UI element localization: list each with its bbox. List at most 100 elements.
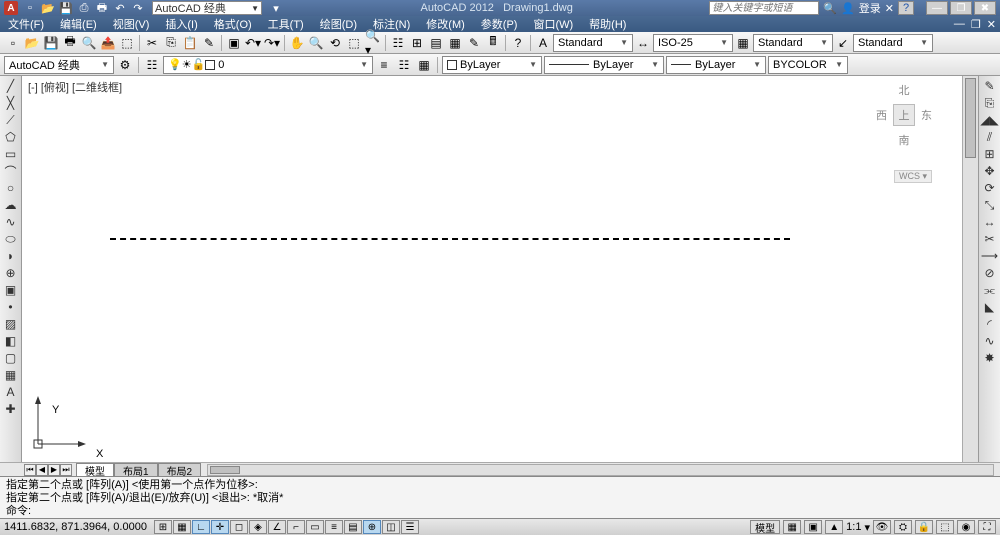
drawn-line[interactable] [110,238,790,240]
pan-button[interactable]: ✋ [288,34,306,52]
paste-button[interactable]: 📋 [181,34,199,52]
layer-iso-icon[interactable]: ▦ [415,56,433,74]
layer-previous-icon[interactable]: ≡ [375,56,393,74]
scale-tool[interactable]: ⤡ [981,197,999,213]
rectangle-tool[interactable]: ▭ [2,146,20,162]
quickview-drawings-icon[interactable]: ▣ [804,520,822,534]
help-icon[interactable]: ? [898,1,914,15]
menu-draw[interactable]: 绘图(D) [316,16,361,32]
annoscale-icon[interactable]: ▲ [825,520,843,534]
menu-help[interactable]: 帮助(H) [585,16,630,32]
login-link[interactable]: 登录 [859,0,881,16]
annovis-icon[interactable]: 👁 [873,520,891,534]
search-input[interactable] [709,1,819,15]
doc-restore-icon[interactable]: ❐ [971,18,981,31]
menu-view[interactable]: 视图(V) [109,16,154,32]
3dosnap-toggle[interactable]: ◈ [249,520,267,534]
otrack-toggle[interactable]: ∠ [268,520,286,534]
addselected-tool[interactable]: ✚ [2,401,20,417]
match-button[interactable]: ✎ [200,34,218,52]
lineweight-dropdown[interactable]: ByLayer▼ [666,56,766,74]
scale-label[interactable]: 1:1 [846,521,861,533]
viewport-label[interactable]: [-] [俯视] [二维线框] [28,79,122,95]
linetype-dropdown[interactable]: ByLayer▼ [544,56,664,74]
toolpal-button[interactable]: ▤ [427,34,445,52]
ellipsearc-tool[interactable]: ◗ [2,248,20,264]
textstyle-icon[interactable]: A [534,34,552,52]
color-dropdown[interactable]: ByLayer▼ [442,56,542,74]
xline-tool[interactable]: ╳ [2,95,20,111]
tablestyle-dropdown[interactable]: Standard▼ [753,34,833,52]
sheetset-button[interactable]: ▦ [446,34,464,52]
command-prompt[interactable]: 命令: [6,505,994,518]
zoom-rt-button[interactable]: 🔍 [307,34,325,52]
properties-button[interactable]: ☷ [389,34,407,52]
dc-button[interactable]: ⊞ [408,34,426,52]
osnap-toggle[interactable]: ◻ [230,520,248,534]
isolate-icon[interactable]: ◉ [957,520,975,534]
menu-window[interactable]: 窗口(W) [529,16,577,32]
drawing-canvas[interactable]: [-] [俯视] [二维线框] 北 西 上 东 南 WCS ▾ Y X [22,76,962,462]
table-tool[interactable]: ▦ [2,367,20,383]
qp-toggle[interactable]: ⊕ [363,520,381,534]
circle-tool[interactable]: ○ [2,180,20,196]
help-button[interactable]: ? [509,34,527,52]
app-icon[interactable]: A [4,1,18,15]
close-button[interactable]: ✖ [974,1,996,15]
explode-tool[interactable]: ✸ [981,350,999,366]
save-icon[interactable]: 💾 [58,1,74,15]
dimstyle-dropdown[interactable]: ISO-25▼ [653,34,733,52]
print-icon[interactable]: 🖶 [94,1,110,15]
mtext-tool[interactable]: A [2,384,20,400]
snap-toggle[interactable]: ⊞ [154,520,172,534]
qcalc-button[interactable]: 🖩 [484,34,502,52]
ellipse-tool[interactable]: ⬭ [2,231,20,247]
menu-parametric[interactable]: 参数(P) [477,16,522,32]
line-tool[interactable]: ╱ [2,78,20,94]
layer-states-icon[interactable]: ☷ [395,56,413,74]
am-toggle[interactable]: ☰ [401,520,419,534]
join-tool[interactable]: ⫘ [981,282,999,298]
tab-prev-button[interactable]: ◀ [36,464,48,476]
plotstyle-dropdown[interactable]: BYCOLOR▼ [768,56,848,74]
hardware-accel-icon[interactable]: ⬚ [936,520,954,534]
menu-modify[interactable]: 修改(M) [422,16,469,32]
zoom-button[interactable]: 🔍▾ [364,34,382,52]
command-window[interactable]: 指定第二个点或 [阵列(A)] <使用第一个点作为位移>: 指定第二个点或 [阵… [0,476,1000,518]
chamfer-tool[interactable]: ◣ [981,299,999,315]
erase-tool[interactable]: ✎ [981,78,999,94]
extend-tool[interactable]: ⟶ [981,248,999,264]
modelspace-button[interactable]: 模型 [750,520,780,534]
tablestyle-icon[interactable]: ▦ [734,34,752,52]
redo-icon[interactable]: ↷ [130,1,146,15]
publish-button[interactable]: 📤 [99,34,117,52]
tab-layout2[interactable]: 布局2 [158,463,202,476]
open-icon[interactable]: 📂 [40,1,56,15]
workspace-dropdown-2[interactable]: AutoCAD 经典▼ [4,56,114,74]
stretch-tool[interactable]: ↔ [981,214,999,230]
rotate-tool[interactable]: ⟳ [981,180,999,196]
menu-format[interactable]: 格式(O) [210,16,256,32]
plot-button[interactable]: 🖶 [61,34,79,52]
offset-tool[interactable]: ⫽ [981,129,999,145]
arc-tool[interactable]: ⌒ [2,163,20,179]
region-tool[interactable]: ▢ [2,350,20,366]
layer-props-icon[interactable]: ☷ [143,56,161,74]
viewcube-east[interactable]: 东 [921,107,932,123]
markup-button[interactable]: ✎ [465,34,483,52]
move-tool[interactable]: ✥ [981,163,999,179]
tpy-toggle[interactable]: ▤ [344,520,362,534]
copy-button[interactable]: ⎘ [162,34,180,52]
grid-toggle[interactable]: ▦ [173,520,191,534]
polygon-tool[interactable]: ⬠ [2,129,20,145]
tab-next-button[interactable]: ▶ [48,464,60,476]
save-button[interactable]: 💾 [42,34,60,52]
ortho-toggle[interactable]: ∟ [192,520,210,534]
trim-tool[interactable]: ✂ [981,231,999,247]
insert-tool[interactable]: ⊕ [2,265,20,281]
vertical-scrollbar[interactable] [962,76,978,462]
workspace-settings-icon[interactable]: ⚙ [116,56,134,74]
undo-icon[interactable]: ↶ [112,1,128,15]
zoom-window-button[interactable]: ⬚ [345,34,363,52]
new-icon[interactable]: ▫ [22,1,38,15]
